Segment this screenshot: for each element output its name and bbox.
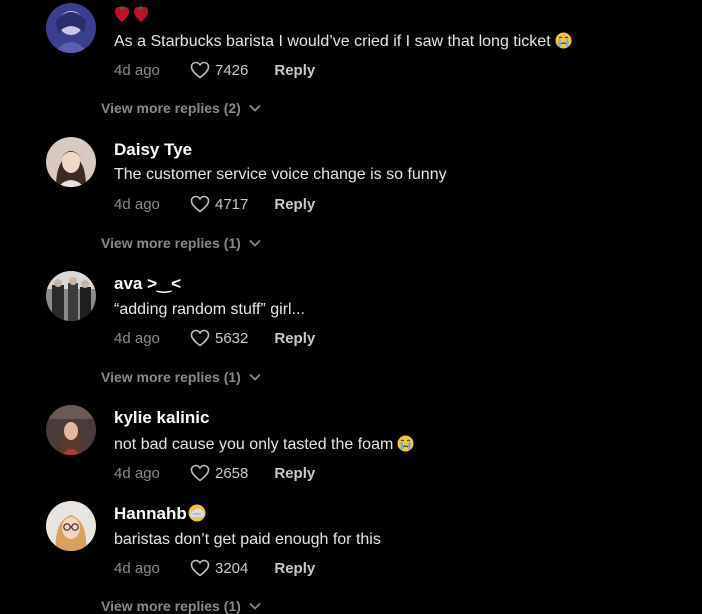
timestamp: 4d ago — [114, 559, 160, 577]
timestamp: 4d ago — [114, 329, 160, 347]
heart-outline-icon — [190, 329, 210, 347]
username[interactable]: kylie kalinic — [114, 408, 209, 428]
reply-button[interactable]: Reply — [274, 196, 315, 213]
heart-outline-icon — [190, 559, 210, 577]
comment-text: “adding random stuff” girl... — [114, 301, 305, 318]
view-more-replies-button[interactable]: View more replies (1) — [101, 369, 261, 385]
like-button[interactable]: 3204 — [190, 559, 274, 577]
username[interactable]: ava >‿< — [114, 274, 181, 294]
comment-meta: 4d ago 7426 Reply — [114, 60, 315, 80]
avatar[interactable] — [46, 271, 96, 321]
reply-button[interactable]: Reply — [274, 465, 315, 482]
timestamp: 4d ago — [114, 195, 160, 213]
like-count: 5632 — [215, 329, 249, 347]
heart-emoji — [115, 6, 129, 22]
like-button[interactable]: 4717 — [190, 195, 274, 213]
crying-face-emoji — [555, 32, 572, 49]
comment-meta: 4d ago 5632 Reply — [114, 328, 315, 348]
like-count: 2658 — [215, 464, 249, 482]
comment-meta: 4d ago 3204 Reply — [114, 558, 315, 578]
chevron-down-icon — [249, 373, 261, 381]
avatar[interactable] — [46, 501, 96, 551]
like-button[interactable]: 5632 — [190, 329, 274, 347]
username[interactable]: Hannahb — [114, 504, 206, 524]
comment-meta: 4d ago 4717 Reply — [114, 194, 315, 214]
like-count: 7426 — [215, 61, 249, 79]
like-count: 4717 — [215, 195, 249, 213]
chevron-down-icon — [249, 104, 261, 112]
comment-text: baristas don’t get paid enough for this — [114, 531, 381, 548]
comment-text: not bad cause you only tasted the foam — [114, 435, 414, 454]
like-button[interactable]: 2658 — [190, 464, 274, 482]
view-more-replies-label: View more replies (1) — [101, 235, 241, 251]
comment-text: As a Starbucks barista I would’ve cried … — [114, 32, 572, 51]
chevron-down-icon — [249, 602, 261, 610]
like-count: 3204 — [215, 559, 249, 577]
heart-outline-icon — [190, 464, 210, 482]
username[interactable] — [114, 5, 152, 28]
avatar[interactable] — [46, 3, 96, 53]
comment-text-content: not bad cause you only tasted the foam — [114, 436, 394, 453]
heart-outline-icon — [190, 195, 210, 213]
reply-button[interactable]: Reply — [274, 62, 315, 79]
like-button[interactable]: 7426 — [190, 61, 274, 79]
comment-text: The customer service voice change is so … — [114, 166, 447, 183]
face-in-clouds-emoji — [188, 504, 206, 522]
timestamp: 4d ago — [114, 61, 160, 79]
crying-face-emoji — [397, 435, 414, 452]
timestamp: 4d ago — [114, 464, 160, 482]
view-more-replies-button[interactable]: View more replies (2) — [101, 100, 261, 116]
view-more-replies-button[interactable]: View more replies (1) — [101, 235, 261, 251]
username-text: Hannahb — [114, 504, 187, 523]
comment-meta: 4d ago 2658 Reply — [114, 463, 315, 483]
reply-button[interactable]: Reply — [274, 330, 315, 347]
avatar[interactable] — [46, 137, 96, 187]
avatar[interactable] — [46, 405, 96, 455]
heart-outline-icon — [190, 61, 210, 79]
view-more-replies-label: View more replies (1) — [101, 598, 241, 614]
username[interactable]: Daisy Tye — [114, 140, 192, 160]
view-more-replies-label: View more replies (1) — [101, 369, 241, 385]
view-more-replies-label: View more replies (2) — [101, 100, 241, 116]
chevron-down-icon — [249, 239, 261, 247]
comment-text-content: As a Starbucks barista I would’ve cried … — [114, 33, 551, 50]
reply-button[interactable]: Reply — [274, 560, 315, 577]
view-more-replies-button[interactable]: View more replies (1) — [101, 598, 261, 614]
heart-emoji — [134, 6, 148, 22]
